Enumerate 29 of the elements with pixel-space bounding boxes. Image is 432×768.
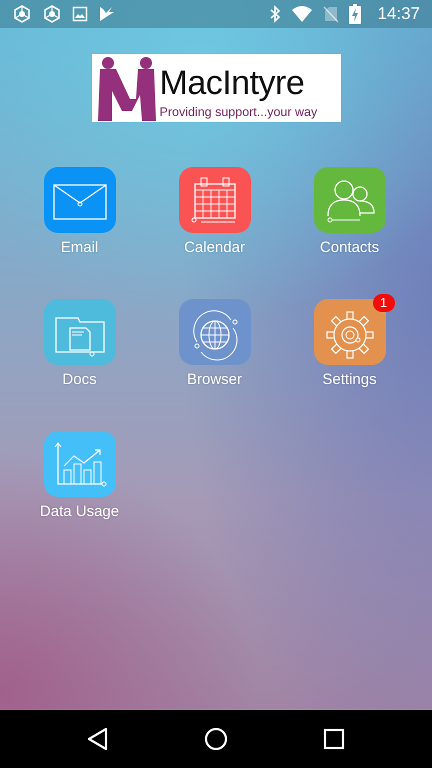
logo-tagline: Providing support...your way bbox=[160, 104, 318, 121]
app-icon-tile[interactable] bbox=[178, 167, 250, 233]
logo-name: MacIntyre bbox=[160, 63, 306, 103]
app-icon-tile[interactable] bbox=[314, 299, 386, 365]
app-icon-tile[interactable] bbox=[44, 167, 116, 233]
app-label[interactable]: Docs bbox=[62, 371, 97, 388]
recents-icon[interactable] bbox=[322, 728, 345, 750]
app-label[interactable]: Settings bbox=[322, 371, 377, 388]
app-icon-tile[interactable] bbox=[44, 299, 116, 365]
check-flag-icon bbox=[98, 5, 116, 23]
clock: 14:37 bbox=[377, 4, 420, 24]
battery-charging-icon bbox=[349, 4, 362, 24]
wifi-icon bbox=[291, 5, 314, 23]
app-label[interactable]: Email bbox=[60, 239, 98, 256]
app-label[interactable]: Data Usage bbox=[40, 503, 120, 520]
app-label[interactable]: Contacts bbox=[320, 239, 380, 256]
app-icon-tile[interactable] bbox=[44, 431, 116, 497]
app-icon-tile[interactable] bbox=[178, 299, 250, 365]
back-icon[interactable] bbox=[87, 727, 110, 751]
hexagon-icon bbox=[42, 4, 62, 24]
hexagon-icon bbox=[12, 4, 32, 24]
bluetooth-icon bbox=[269, 5, 282, 23]
no-signal-icon bbox=[323, 5, 340, 23]
notification-badge: 1 bbox=[372, 294, 394, 312]
app-label[interactable]: Browser bbox=[186, 371, 242, 388]
image-icon bbox=[72, 6, 88, 22]
app-icon-tile[interactable] bbox=[314, 167, 386, 233]
app-label[interactable]: Calendar bbox=[184, 239, 245, 256]
home-icon[interactable] bbox=[204, 727, 228, 751]
